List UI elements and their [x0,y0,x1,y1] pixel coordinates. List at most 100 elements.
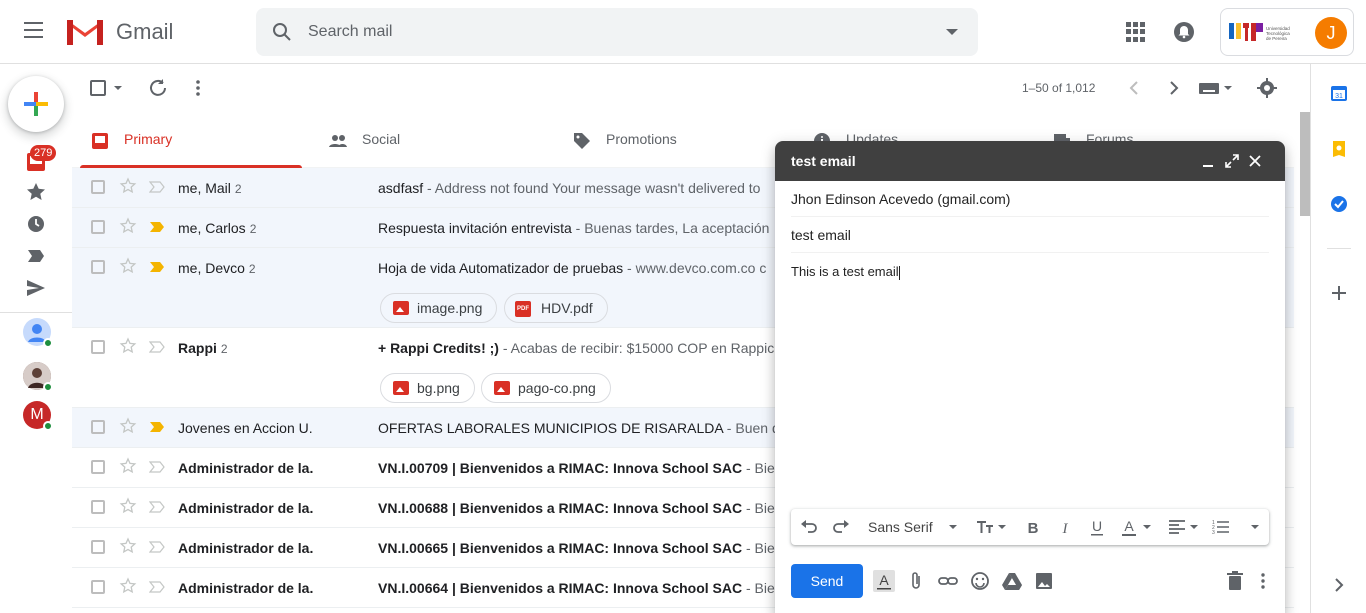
row-checkbox[interactable] [91,580,105,594]
attachment-chip[interactable]: image.png [380,293,498,323]
underline-icon[interactable]: U [1087,517,1107,537]
important-icon[interactable] [24,244,48,268]
attachment-chip[interactable]: bg.png [380,373,475,403]
more-options-icon[interactable] [1252,570,1274,592]
align-caret-icon[interactable] [1190,525,1198,529]
importance-marker-icon[interactable] [149,181,165,193]
star-icon[interactable] [119,457,137,475]
text-color-icon[interactable]: A [1119,517,1139,537]
compose-header[interactable]: test email [775,141,1285,181]
select-options-icon[interactable] [114,86,122,90]
bold-icon[interactable]: B [1023,517,1043,537]
minimize-icon[interactable] [1201,155,1215,169]
star-icon[interactable] [119,577,137,595]
refresh-icon[interactable] [148,78,168,98]
row-checkbox[interactable] [91,340,105,354]
row-checkbox[interactable] [91,540,105,554]
text-color-caret-icon[interactable] [1143,525,1151,529]
search-options-icon[interactable] [946,29,958,35]
font-family-caret-icon[interactable] [949,525,957,529]
close-icon[interactable] [1248,154,1262,168]
mail-scrollbar[interactable] [1298,112,1310,613]
expand-panel-chevron-icon[interactable] [1330,576,1348,594]
starred-icon[interactable] [24,180,48,204]
row-checkbox[interactable] [91,180,105,194]
italic-icon[interactable]: I [1055,517,1075,537]
importance-marker-icon[interactable] [149,541,165,553]
select-all-checkbox[interactable] [90,80,106,96]
gmail-logo-icon[interactable] [64,16,106,48]
more-options-icon[interactable] [188,78,208,98]
discard-draft-trash-icon[interactable] [1224,570,1246,592]
tab-primary[interactable]: Primary [72,112,304,168]
star-icon[interactable] [119,337,137,355]
undo-icon[interactable] [799,517,819,537]
google-drive-icon[interactable] [1001,570,1023,592]
scrollbar-thumb[interactable] [1300,112,1310,216]
insert-photo-icon[interactable] [1033,570,1055,592]
notifications-icon[interactable] [1172,20,1196,44]
input-tools-caret-icon[interactable] [1224,86,1232,90]
tab-social[interactable]: Social [310,112,542,168]
importance-marker-icon[interactable] [149,581,165,593]
fullscreen-icon[interactable] [1225,154,1239,168]
star-icon[interactable] [119,177,137,195]
sender-name: Administrador de la. [178,460,314,476]
formatting-options-icon[interactable]: A [873,570,895,592]
star-icon[interactable] [119,217,137,235]
align-icon[interactable] [1167,517,1187,537]
newer-chevron-left-icon[interactable] [1124,78,1144,98]
attachment-chip[interactable]: PDF HDV.pdf [504,293,608,323]
tab-promotions[interactable]: Promotions [554,112,786,168]
row-checkbox[interactable] [91,500,105,514]
add-addon-plus-icon[interactable] [1330,284,1348,302]
row-checkbox[interactable] [91,220,105,234]
importance-marker-icon[interactable] [149,461,165,473]
account-switcher[interactable]: Universidad Tecnológica de Pereira J [1220,8,1354,56]
calendar-icon[interactable]: 31 [1330,84,1348,102]
message-body[interactable]: This is a test email [791,264,1269,280]
account-avatar[interactable]: J [1315,17,1347,49]
recipients-field[interactable]: Jhon Edinson Acevedo (gmail.com) [791,181,1269,217]
importance-marker-icon[interactable] [149,341,165,353]
star-icon[interactable] [119,497,137,515]
attachment-chip[interactable]: pago-co.png [481,373,611,403]
attach-file-icon[interactable] [905,570,927,592]
main-menu-icon[interactable] [22,22,50,42]
redo-icon[interactable] [831,517,851,537]
subject-text: asdfasf [378,180,424,196]
apps-grid-icon[interactable] [1124,20,1148,44]
font-size-caret-icon[interactable] [998,525,1006,529]
font-size-icon[interactable] [975,517,995,537]
app-name: Gmail [116,19,174,44]
settings-gear-icon[interactable] [1257,78,1277,98]
online-status-icon [43,382,53,392]
subject-field[interactable]: test email [791,217,1269,253]
font-family-select[interactable]: Sans Serif [868,519,933,535]
compose-button[interactable] [8,76,64,132]
more-formatting-caret-icon[interactable] [1251,525,1259,529]
send-button[interactable]: Send [791,564,863,598]
importance-marker-icon[interactable] [149,501,165,513]
older-chevron-right-icon[interactable] [1164,78,1184,98]
insert-link-icon[interactable] [937,570,959,592]
tasks-icon[interactable] [1330,195,1348,213]
search-icon[interactable] [270,20,294,44]
insert-emoji-icon[interactable] [969,570,991,592]
keep-icon[interactable] [1330,140,1348,158]
importance-marker-icon[interactable] [149,221,165,233]
star-icon[interactable] [119,257,137,275]
row-checkbox[interactable] [91,420,105,434]
sent-icon[interactable] [24,276,48,300]
snoozed-icon[interactable] [24,212,48,236]
star-icon[interactable] [119,417,137,435]
numbered-list-icon[interactable]: 123 [1211,517,1231,537]
search-bar[interactable] [256,8,978,56]
row-checkbox[interactable] [91,260,105,274]
row-checkbox[interactable] [91,460,105,474]
importance-marker-icon[interactable] [149,421,165,433]
star-icon[interactable] [119,537,137,555]
importance-marker-icon[interactable] [149,261,165,273]
search-input[interactable] [308,8,928,56]
keyboard-icon[interactable] [1198,80,1220,96]
